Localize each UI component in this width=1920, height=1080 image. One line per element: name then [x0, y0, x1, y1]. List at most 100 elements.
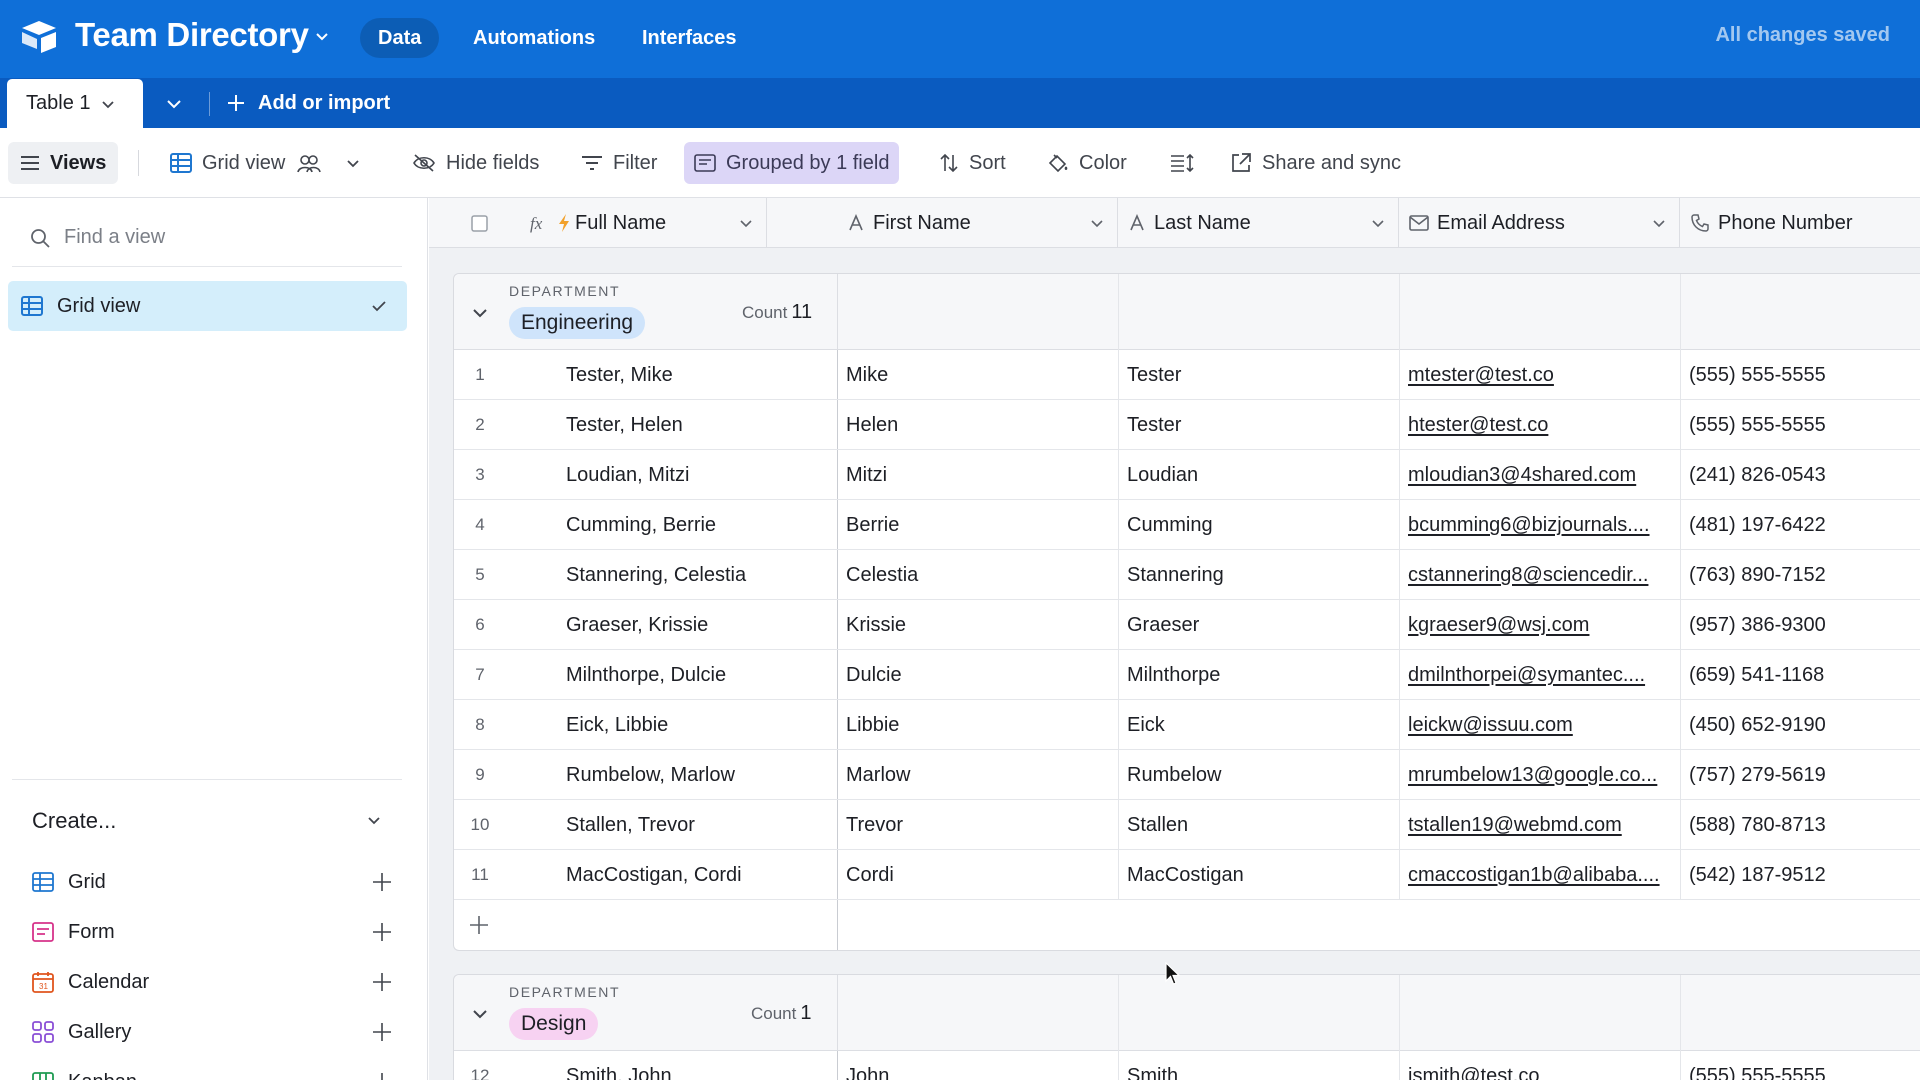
share-and-sync-button[interactable]: Share and sync: [1220, 142, 1411, 184]
cell-full[interactable]: Stannering, Celestia: [566, 550, 766, 600]
cell-last[interactable]: Milnthorpe: [1127, 650, 1347, 700]
create-form[interactable]: Form: [32, 915, 392, 949]
cell-last[interactable]: Smith: [1127, 1051, 1347, 1080]
chevron-down-icon[interactable]: [1651, 215, 1667, 231]
cell-phone[interactable]: (555) 555-5555: [1689, 350, 1909, 400]
hide-fields-button[interactable]: Hide fields: [402, 142, 549, 184]
cell-phone[interactable]: (555) 555-5555: [1689, 1051, 1909, 1080]
cell-first[interactable]: Cordi: [846, 850, 1066, 900]
table-row[interactable]: 1 Tester, Mike Mike Tester mtester@test.co (5…: [454, 350, 1920, 400]
color-button[interactable]: Color: [1037, 142, 1137, 184]
nav-interfaces[interactable]: Interfaces: [624, 18, 755, 58]
cell-full[interactable]: Tester, Helen: [566, 400, 766, 450]
cell-phone[interactable]: (659) 541-1168: [1689, 650, 1909, 700]
cell-first[interactable]: Krissie: [846, 600, 1066, 650]
view-switcher[interactable]: Grid view: [160, 142, 381, 184]
table-row[interactable]: 9 Rumbelow, Marlow Marlow Rumbelow mrumbelow…: [454, 750, 1920, 800]
column-header-full-name[interactable]: fx Full Name: [519, 198, 767, 248]
cell-first[interactable]: Berrie: [846, 500, 1066, 550]
cell-first[interactable]: Mike: [846, 350, 1066, 400]
cell-email[interactable]: mtester@test.co: [1408, 350, 1676, 400]
cell-email[interactable]: mloudian3@4shared.com: [1408, 450, 1676, 500]
chevron-down-icon[interactable]: [1370, 215, 1386, 231]
cell-email[interactable]: leickw@issuu.com: [1408, 700, 1676, 750]
cell-email[interactable]: jsmith@test.co: [1408, 1051, 1676, 1080]
chevron-down-icon[interactable]: [365, 811, 383, 829]
cell-first[interactable]: Marlow: [846, 750, 1066, 800]
chevron-down-icon[interactable]: [1089, 215, 1105, 231]
logo-icon[interactable]: [19, 19, 59, 53]
row-height-button[interactable]: [1160, 142, 1214, 184]
cell-full[interactable]: Rumbelow, Marlow: [566, 750, 766, 800]
table-row[interactable]: 10 Stallen, Trevor Trevor Stallen tstallen19…: [454, 800, 1920, 850]
cell-last[interactable]: Tester: [1127, 400, 1347, 450]
cell-full[interactable]: Milnthorpe, Dulcie: [566, 650, 766, 700]
table-row[interactable]: 3 Loudian, Mitzi Mitzi Loudian mloudian3@4sh…: [454, 450, 1920, 500]
cell-last[interactable]: Eick: [1127, 700, 1347, 750]
chevron-down-icon[interactable]: [471, 1005, 489, 1023]
cell-phone[interactable]: (957) 386-9300: [1689, 600, 1909, 650]
cell-first[interactable]: Helen: [846, 400, 1066, 450]
cell-email[interactable]: kgraeser9@wsj.com: [1408, 600, 1676, 650]
cell-phone[interactable]: (555) 555-5555: [1689, 400, 1909, 450]
group-button[interactable]: Grouped by 1 field: [684, 142, 900, 184]
table-row[interactable]: 4 Cumming, Berrie Berrie Cumming bcumming6@b…: [454, 500, 1920, 550]
plus-icon[interactable]: [469, 915, 489, 935]
cell-full[interactable]: Smith, John: [566, 1051, 766, 1080]
cell-full[interactable]: MacCostigan, Cordi: [566, 850, 766, 900]
column-header-first-name[interactable]: First Name: [837, 198, 1118, 248]
table-row[interactable]: 5 Stannering, Celestia Celestia Stannering c…: [454, 550, 1920, 600]
cell-last[interactable]: Graeser: [1127, 600, 1347, 650]
cell-email[interactable]: bcumming6@bizjournals....: [1408, 500, 1676, 550]
cell-first[interactable]: Celestia: [846, 550, 1066, 600]
cell-email[interactable]: tstallen19@webmd.com: [1408, 800, 1676, 850]
cell-email[interactable]: htester@test.co: [1408, 400, 1676, 450]
table-row[interactable]: 6 Graeser, Krissie Krissie Graeser kgraeser9…: [454, 600, 1920, 650]
cell-phone[interactable]: (241) 826-0543: [1689, 450, 1909, 500]
cell-full[interactable]: Eick, Libbie: [566, 700, 766, 750]
views-toggle-button[interactable]: Views: [8, 142, 119, 184]
chevron-down-icon[interactable]: [738, 215, 754, 231]
chevron-down-icon[interactable]: [313, 27, 331, 45]
cell-last[interactable]: Tester: [1127, 350, 1347, 400]
nav-automations[interactable]: Automations: [455, 18, 613, 58]
select-all-checkbox[interactable]: [471, 215, 488, 232]
table-row[interactable]: 2 Tester, Helen Helen Tester htester@test.co…: [454, 400, 1920, 450]
cell-phone[interactable]: (450) 652-9190: [1689, 700, 1909, 750]
create-calendar[interactable]: 31 Calendar: [32, 965, 392, 999]
cell-phone[interactable]: (542) 187-9512: [1689, 850, 1909, 900]
cell-full[interactable]: Cumming, Berrie: [566, 500, 766, 550]
create-kanban[interactable]: Kanban: [32, 1065, 392, 1080]
cell-full[interactable]: Loudian, Mitzi: [566, 450, 766, 500]
cell-full[interactable]: Graeser, Krissie: [566, 600, 766, 650]
cell-last[interactable]: Loudian: [1127, 450, 1347, 500]
cell-last[interactable]: Cumming: [1127, 500, 1347, 550]
column-header-phone[interactable]: Phone Number: [1680, 198, 1920, 248]
cell-email[interactable]: dmilnthorpei@symantec....: [1408, 650, 1676, 700]
cell-first[interactable]: Libbie: [846, 700, 1066, 750]
find-view-search[interactable]: Find a view: [30, 226, 165, 249]
create-gallery[interactable]: Gallery: [32, 1015, 392, 1049]
cell-full[interactable]: Stallen, Trevor: [566, 800, 766, 850]
cell-first[interactable]: Mitzi: [846, 450, 1066, 500]
table-row[interactable]: 12 Smith, John John Smith jsmith@test.co (555…: [454, 1051, 1920, 1080]
all-tables-chevron-icon[interactable]: [163, 93, 185, 115]
plus-icon[interactable]: [372, 972, 392, 992]
table-tab-active[interactable]: Table 1: [7, 79, 143, 128]
cell-phone[interactable]: (757) 279-5619: [1689, 750, 1909, 800]
nav-data[interactable]: Data: [360, 18, 440, 58]
plus-icon[interactable]: [372, 922, 392, 942]
sidebar-view-grid[interactable]: Grid view: [8, 281, 407, 331]
cell-last[interactable]: Stannering: [1127, 550, 1347, 600]
cell-phone[interactable]: (588) 780-8713: [1689, 800, 1909, 850]
chevron-down-icon[interactable]: [100, 96, 116, 112]
create-section-title[interactable]: Create...: [32, 808, 116, 834]
cell-phone[interactable]: (763) 890-7152: [1689, 550, 1909, 600]
table-row[interactable]: 7 Milnthorpe, Dulcie Dulcie Milnthorpe dmiln…: [454, 650, 1920, 700]
cell-email[interactable]: mrumbelow13@google.co...: [1408, 750, 1676, 800]
cell-first[interactable]: John: [846, 1051, 1066, 1080]
column-header-email[interactable]: Email Address: [1399, 198, 1680, 248]
table-row[interactable]: 11 MacCostigan, Cordi Cordi MacCostigan cmac…: [454, 850, 1920, 900]
cell-phone[interactable]: (481) 197-6422: [1689, 500, 1909, 550]
cell-last[interactable]: Stallen: [1127, 800, 1347, 850]
